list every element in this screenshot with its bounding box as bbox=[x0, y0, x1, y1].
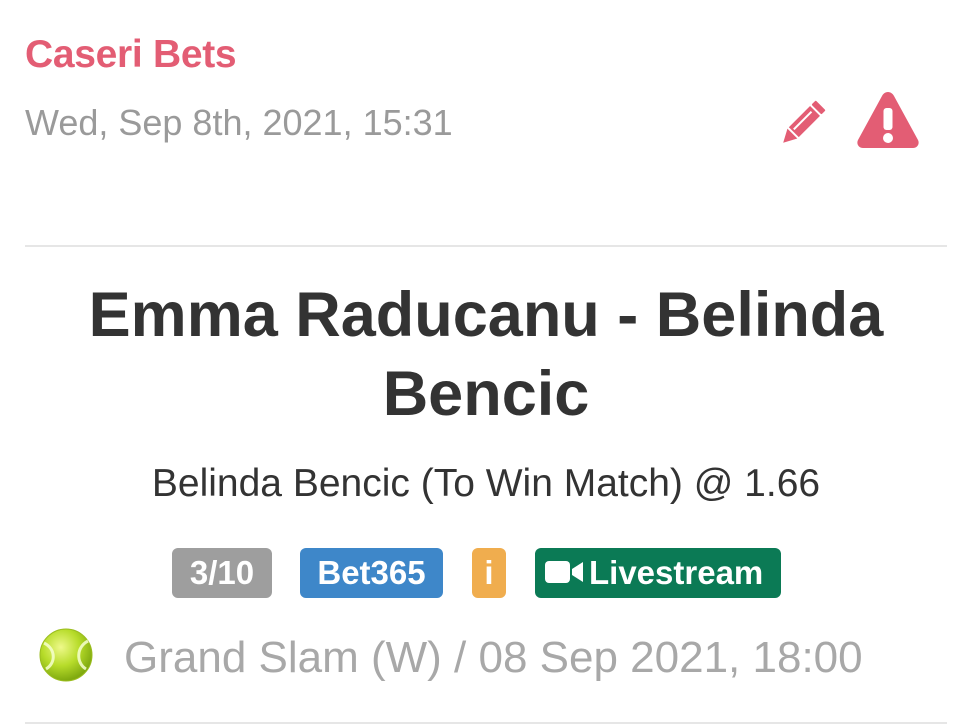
event-info: Grand Slam (W) / 08 Sep 2021, 18:00 bbox=[38, 625, 938, 689]
posted-timestamp: Wed, Sep 8th, 2021, 15:31 bbox=[25, 102, 453, 143]
badge-row: 3/10 Bet365 i Livestream bbox=[0, 548, 960, 600]
livestream-label: Livestream bbox=[589, 554, 764, 591]
livestream-button[interactable]: Livestream bbox=[535, 548, 781, 598]
stake-badge: 3/10 bbox=[172, 548, 272, 598]
bet-selection: Belinda Bencic (To Win Match) @ 1.66 bbox=[151, 462, 821, 505]
pencil-icon[interactable] bbox=[775, 95, 831, 151]
info-badge[interactable]: i bbox=[472, 548, 506, 598]
video-camera-icon bbox=[545, 561, 583, 584]
event-details: Grand Slam (W) / 08 Sep 2021, 18:00 bbox=[124, 633, 863, 682]
tip-card: Caseri Bets Wed, Sep 8th, 2021, 15:31 Em… bbox=[0, 0, 960, 727]
bookmaker-badge[interactable]: Bet365 bbox=[300, 548, 443, 598]
tipster-name[interactable]: Caseri Bets bbox=[25, 33, 237, 77]
tennis-ball-icon bbox=[39, 628, 93, 682]
warning-icon[interactable] bbox=[856, 90, 920, 150]
match-title: Emma Raducanu - Belinda Bencic bbox=[88, 280, 884, 429]
divider bbox=[25, 245, 947, 247]
divider bbox=[25, 722, 947, 724]
